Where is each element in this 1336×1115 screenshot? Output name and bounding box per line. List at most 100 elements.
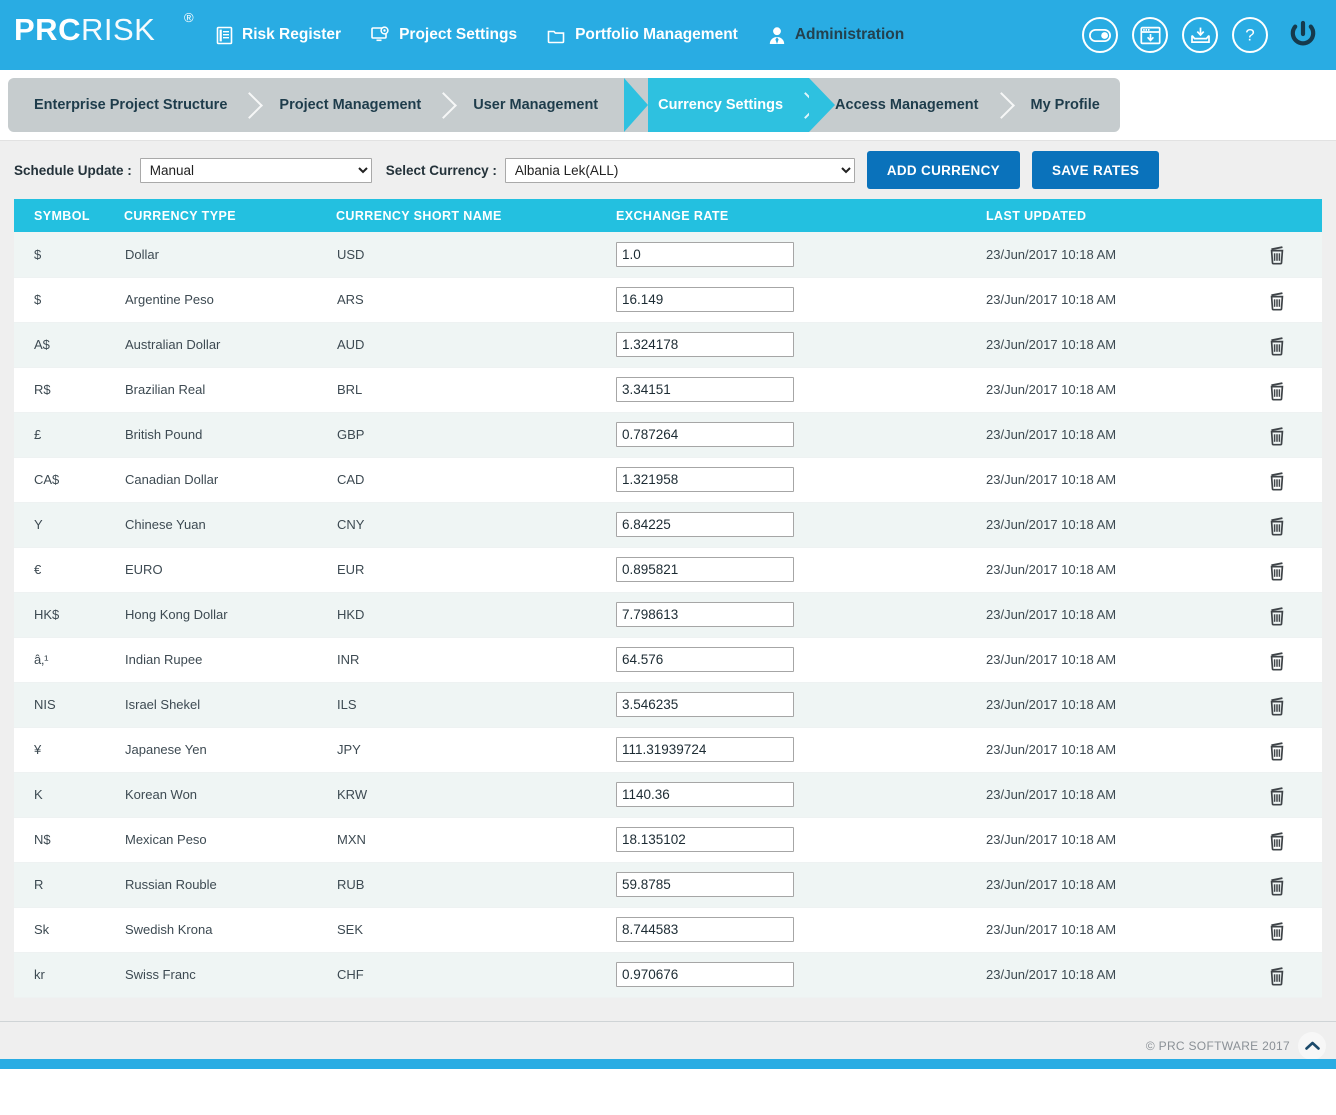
trash-icon[interactable] <box>1267 334 1287 356</box>
trash-icon[interactable] <box>1267 379 1287 401</box>
cell-symbol: NIS <box>14 682 124 728</box>
nav-item-risk-register[interactable]: Risk Register <box>216 26 341 45</box>
brand-text: PRCRISK <box>14 12 155 48</box>
content-panel: Schedule Update : Manual Select Currency… <box>0 140 1336 1069</box>
exchange-rate-input[interactable] <box>616 872 794 897</box>
cell-symbol: K <box>14 772 124 818</box>
cell-currency-type: Brazilian Real <box>124 367 336 413</box>
toggle-switch-icon[interactable] <box>1082 17 1118 53</box>
save-rates-button[interactable]: SAVE RATES <box>1031 151 1160 189</box>
tab-my-profile[interactable]: My Profile <box>1005 78 1121 132</box>
exchange-rate-input[interactable] <box>616 692 794 717</box>
cell-exchange-rate <box>616 637 986 683</box>
window-download-icon[interactable] <box>1132 17 1168 53</box>
tab-user-management[interactable]: User Management <box>447 78 624 132</box>
exchange-rate-input[interactable] <box>616 422 794 447</box>
exchange-rate-input[interactable] <box>616 332 794 357</box>
cell-currency-short-name: INR <box>336 637 616 683</box>
cell-currency-type: Swiss Franc <box>124 952 336 998</box>
cell-currency-short-name: EUR <box>336 547 616 593</box>
cell-exchange-rate <box>616 502 986 548</box>
exchange-rate-input[interactable] <box>616 467 794 492</box>
cell-exchange-rate <box>616 817 986 863</box>
trash-icon[interactable] <box>1267 649 1287 671</box>
exchange-rate-input[interactable] <box>616 377 794 402</box>
nav-item-project-settings[interactable]: Project Settings <box>371 25 517 45</box>
table-row: ¥Japanese YenJPY 23/Jun/2017 10:18 AM <box>14 727 1322 773</box>
select-currency-dropdown[interactable]: Albania Lek(ALL) <box>504 157 855 183</box>
trash-icon[interactable] <box>1267 514 1287 536</box>
exchange-rate-input[interactable] <box>616 241 794 267</box>
cell-actions <box>1266 817 1322 863</box>
trash-icon[interactable] <box>1267 964 1287 986</box>
exchange-rate-input[interactable] <box>616 647 794 672</box>
cell-currency-type: British Pound <box>124 412 336 458</box>
cell-last-updated: 23/Jun/2017 10:18 AM <box>986 322 1266 368</box>
nav-item-portfolio-management[interactable]: Portfolio Management <box>547 26 738 44</box>
cell-last-updated: 23/Jun/2017 10:18 AM <box>986 727 1266 773</box>
cell-symbol: € <box>14 547 124 593</box>
exchange-rate-input[interactable] <box>616 827 794 852</box>
cell-exchange-rate <box>616 772 986 818</box>
help-icon[interactable]: ? <box>1232 17 1268 53</box>
exchange-rate-input[interactable] <box>616 557 794 582</box>
tab-access-management[interactable]: Access Management <box>809 78 1004 132</box>
power-icon[interactable] <box>1284 16 1322 54</box>
cell-currency-short-name: JPY <box>336 727 616 773</box>
column-header-actions <box>1266 199 1322 232</box>
exchange-rate-input[interactable] <box>616 782 794 807</box>
cell-actions <box>1266 727 1322 773</box>
trash-icon[interactable] <box>1267 874 1287 896</box>
tab-project-management[interactable]: Project Management <box>253 78 447 132</box>
cell-last-updated: 23/Jun/2017 10:18 AM <box>986 502 1266 548</box>
table-row: krSwiss FrancCHF 23/Jun/2017 10:18 AM <box>14 952 1322 998</box>
trash-icon[interactable] <box>1267 919 1287 941</box>
cell-actions <box>1266 952 1322 998</box>
trash-icon[interactable] <box>1267 243 1287 265</box>
cell-exchange-rate <box>616 592 986 638</box>
exchange-rate-input[interactable] <box>616 737 794 762</box>
trash-icon[interactable] <box>1267 784 1287 806</box>
main-navigation: Risk Register Project Settings Portfolio… <box>216 25 904 45</box>
table-head: SYMBOL CURRENCY TYPE CURRENCY SHORT NAME… <box>14 199 1322 232</box>
cell-currency-short-name: HKD <box>336 592 616 638</box>
cell-currency-type: Argentine Peso <box>124 277 336 323</box>
schedule-update-select[interactable]: Manual <box>139 157 372 183</box>
brand-prc: PRC <box>14 12 81 47</box>
cell-currency-short-name: BRL <box>336 367 616 413</box>
tab-enterprise-project-structure[interactable]: Enterprise Project Structure <box>8 78 253 132</box>
cell-last-updated: 23/Jun/2017 10:18 AM <box>986 637 1266 683</box>
nav-item-administration[interactable]: Administration <box>768 26 904 45</box>
cell-exchange-rate <box>616 232 986 278</box>
cell-actions <box>1266 592 1322 638</box>
cell-currency-short-name: KRW <box>336 772 616 818</box>
cell-currency-type: Korean Won <box>124 772 336 818</box>
column-header-currency-short-name: CURRENCY SHORT NAME <box>336 199 616 232</box>
trash-icon[interactable] <box>1267 469 1287 491</box>
cell-currency-short-name: CHF <box>336 952 616 998</box>
cell-symbol: R$ <box>14 367 124 413</box>
trash-icon[interactable] <box>1267 559 1287 581</box>
exchange-rate-input[interactable] <box>616 962 794 987</box>
exchange-rate-input[interactable] <box>616 512 794 537</box>
tab-currency-settings[interactable]: Currency Settings <box>624 78 835 132</box>
trash-icon[interactable] <box>1267 424 1287 446</box>
cell-symbol: Y <box>14 502 124 548</box>
trash-icon[interactable] <box>1267 829 1287 851</box>
table-body: $DollarUSD23/Jun/2017 10:18 AM$Argentine… <box>14 232 1322 998</box>
add-currency-button[interactable]: ADD CURRENCY <box>866 151 1020 189</box>
column-header-exchange-rate: EXCHANGE RATE <box>616 199 986 232</box>
cell-currency-type: Swedish Krona <box>124 907 336 953</box>
brand-logo[interactable]: PRCRISK ® <box>14 0 204 70</box>
trash-icon[interactable] <box>1267 289 1287 311</box>
exchange-rate-input[interactable] <box>616 917 794 942</box>
exchange-rate-input[interactable] <box>616 287 794 312</box>
exchange-rate-input[interactable] <box>616 602 794 627</box>
trash-icon[interactable] <box>1267 694 1287 716</box>
trash-icon[interactable] <box>1267 739 1287 761</box>
chevron-up-icon[interactable] <box>1298 1031 1326 1060</box>
cell-currency-short-name: RUB <box>336 862 616 908</box>
inbox-download-icon[interactable] <box>1182 17 1218 53</box>
trash-icon[interactable] <box>1267 604 1287 626</box>
cell-symbol: â‚¹ <box>14 637 124 683</box>
